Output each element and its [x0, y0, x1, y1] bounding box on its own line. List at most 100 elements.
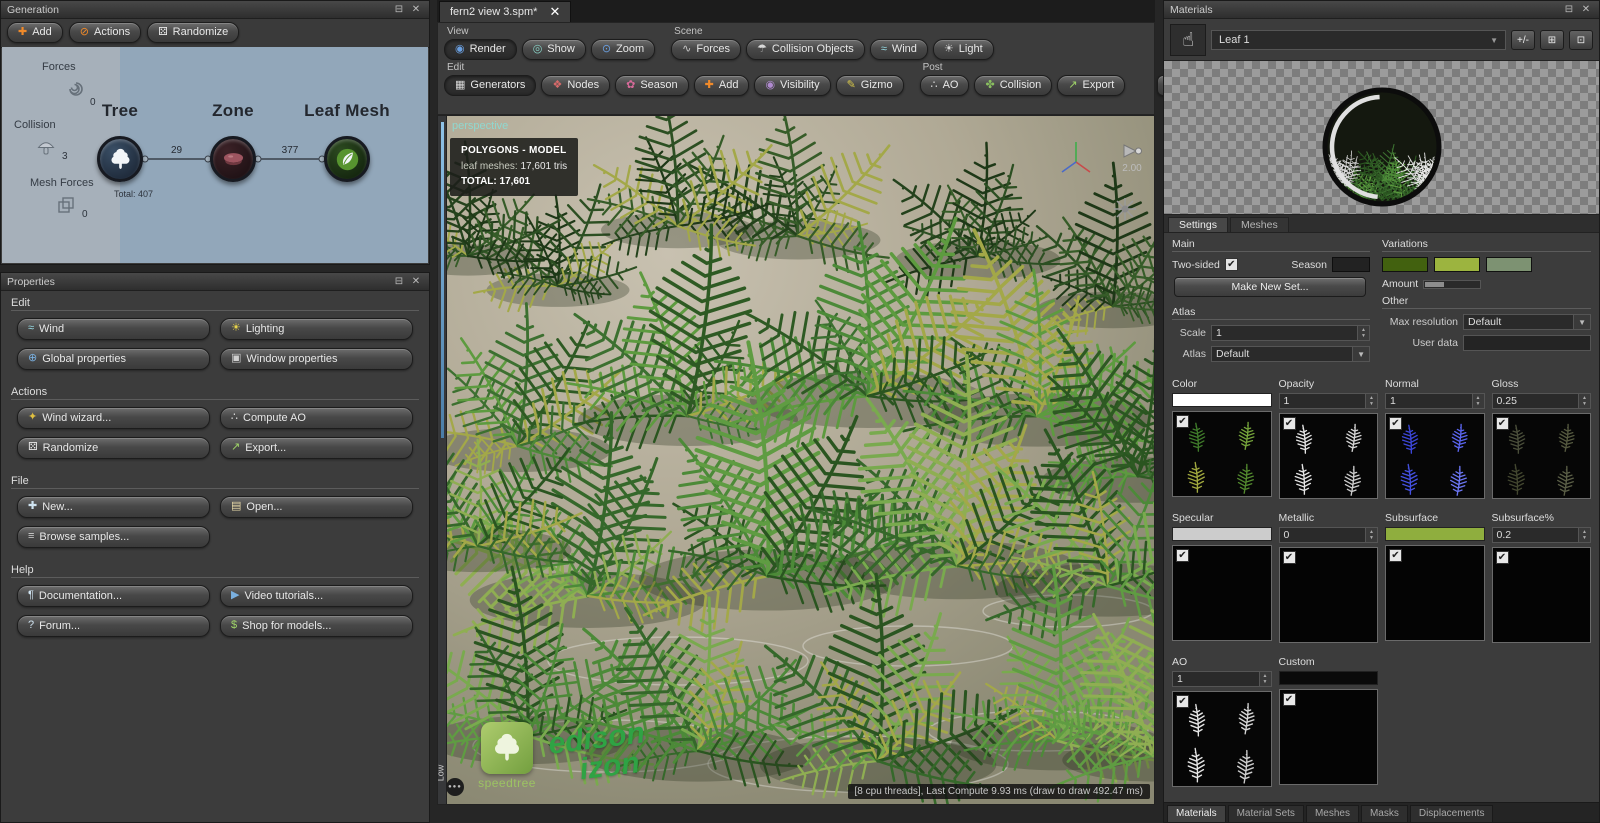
spinner-arrows-icon[interactable]: ▲ ▼: [1258, 672, 1271, 686]
gizmo-button[interactable]: ✎ Gizmo: [835, 75, 904, 96]
viewport-menu-button[interactable]: ●●●: [446, 778, 464, 796]
slot-value-spinner[interactable]: 1 ▲ ▼: [1172, 671, 1272, 687]
close-icon[interactable]: ✕: [1579, 4, 1593, 15]
collision-button[interactable]: ✤ Collision: [974, 75, 1053, 96]
compute-ao-button[interactable]: ∴ Compute AO: [220, 407, 413, 429]
max-resolution-dropdown[interactable]: Default ▼: [1463, 314, 1591, 330]
variation-swatch-2[interactable]: [1434, 257, 1480, 272]
slot-enable-checkbox[interactable]: ✔: [1282, 693, 1296, 706]
slot-texture-box[interactable]: ✔: [1278, 689, 1378, 785]
force-icon[interactable]: [66, 79, 86, 102]
zoom-button[interactable]: ⊙ Zoom: [590, 39, 656, 60]
close-icon[interactable]: ✕: [409, 4, 423, 15]
undock-icon[interactable]: ⊟: [1562, 4, 1576, 15]
shop-for-models-button[interactable]: $ Shop for models...: [220, 615, 413, 637]
amount-slider[interactable]: [1423, 279, 1482, 289]
generator-node-tree[interactable]: [97, 136, 143, 182]
export-button[interactable]: ↗ Export: [1057, 75, 1126, 96]
nodes-button[interactable]: ❖ Nodes: [541, 75, 611, 96]
ao-button[interactable]: ∴ AO: [919, 75, 970, 96]
view-mode-label[interactable]: perspective: [452, 120, 508, 132]
bottom-tab-materials[interactable]: Materials: [1167, 805, 1226, 822]
spinner-arrows-icon[interactable]: ▲ ▼: [1471, 394, 1484, 408]
spinner-arrows-icon[interactable]: ▲ ▼: [1365, 528, 1377, 542]
visibility-button[interactable]: ◉ Visibility: [754, 75, 831, 96]
light-button[interactable]: ☀ Light: [932, 39, 994, 60]
forces-button[interactable]: ∿ Forces: [671, 39, 742, 60]
slot-texture-box[interactable]: ✔: [1385, 413, 1485, 499]
mushroom-icon[interactable]: [36, 137, 56, 160]
generation-graph-canvas[interactable]: 29 377 Total: 407 Tree Zone Leaf Mesh Forces…: [2, 47, 428, 263]
generator-node-zone[interactable]: [210, 136, 256, 182]
season-color-swatch[interactable]: [1332, 257, 1370, 272]
new-button[interactable]: ✚ New...: [17, 496, 210, 518]
slot-texture-box[interactable]: ✔: [1385, 545, 1485, 641]
generators-button[interactable]: ▦ Generators: [444, 75, 537, 96]
slot-enable-checkbox[interactable]: ✔: [1389, 417, 1402, 430]
slot-enable-checkbox[interactable]: ✔: [1176, 549, 1189, 562]
wind-wizard-button[interactable]: ✦ Wind wizard...: [17, 407, 210, 429]
spinner-arrows-icon[interactable]: ▲ ▼: [1357, 326, 1369, 340]
user-data-field[interactable]: [1463, 335, 1591, 351]
bottom-tab-material-sets[interactable]: Material Sets: [1227, 805, 1304, 822]
make-new-set-button[interactable]: Make New Set...: [1174, 277, 1366, 297]
slot-value-spinner[interactable]: 1 ▲ ▼: [1278, 393, 1378, 409]
add-button[interactable]: ✚ Add: [693, 75, 750, 96]
lighting-button[interactable]: ☀ Lighting: [220, 318, 413, 340]
variation-swatch-3[interactable]: [1486, 257, 1532, 272]
slot-texture-box[interactable]: ✔: [1172, 545, 1272, 641]
season-button[interactable]: ✿ Season: [615, 75, 689, 96]
tab-meshes[interactable]: Meshes: [1229, 217, 1289, 232]
slot-enable-checkbox[interactable]: ✔: [1495, 551, 1509, 564]
slot-enable-checkbox[interactable]: ✔: [1282, 551, 1296, 564]
documentation-button[interactable]: ¶ Documentation...: [17, 585, 210, 607]
slot-value-spinner[interactable]: 0.25 ▲ ▼: [1491, 393, 1591, 409]
slot-color-swatch[interactable]: [1172, 393, 1272, 407]
variation-swatch-1[interactable]: [1382, 257, 1428, 272]
slot-enable-checkbox[interactable]: ✔: [1176, 695, 1189, 708]
slot-enable-checkbox[interactable]: ✔: [1176, 415, 1189, 428]
wind-button[interactable]: ≈ Wind: [17, 318, 210, 340]
axis-gizmo-icon[interactable]: [1054, 136, 1098, 182]
bottom-tab-masks[interactable]: Masks: [1360, 805, 1408, 822]
slot-texture-box[interactable]: ✔: [1278, 547, 1378, 643]
two-sided-checkbox[interactable]: ✔: [1224, 258, 1238, 271]
bottom-tab-displacements[interactable]: Displacements: [1409, 805, 1494, 822]
slot-value-spinner[interactable]: 0 ▲ ▼: [1278, 527, 1378, 543]
slot-value-spinner[interactable]: 0.2 ▲ ▼: [1491, 527, 1591, 543]
material-options-button[interactable]: ⊡: [1569, 30, 1593, 50]
spinner-arrows-icon[interactable]: ▲ ▼: [1578, 528, 1590, 542]
spinner-arrows-icon[interactable]: ▲ ▼: [1365, 394, 1377, 408]
slot-texture-box[interactable]: ✔: [1491, 547, 1591, 643]
add-button[interactable]: ✚ Add: [7, 22, 63, 43]
randomize-button[interactable]: ⚄ Randomize: [147, 22, 240, 43]
material-select[interactable]: Leaf 1 ▼: [1211, 30, 1506, 50]
show-button[interactable]: ◎ Show: [521, 39, 586, 60]
scale-spinner[interactable]: 1 ▲ ▼: [1211, 325, 1370, 341]
undock-icon[interactable]: ⊟: [392, 276, 406, 287]
browse-samples-button[interactable]: ≡ Browse samples...: [17, 526, 210, 548]
slot-color-swatch[interactable]: [1278, 671, 1378, 685]
slot-enable-checkbox[interactable]: ✔: [1495, 417, 1509, 430]
slot-value-spinner[interactable]: 1 ▲ ▼: [1385, 393, 1485, 409]
slot-enable-checkbox[interactable]: ✔: [1282, 417, 1296, 430]
camera-gizmo-icon[interactable]: [1112, 196, 1138, 222]
viewport-3d[interactable]: Low perspective POLYGONS - MODEL leaf me…: [437, 115, 1155, 805]
global-properties-button[interactable]: ⊕ Global properties: [17, 348, 210, 370]
material-preview[interactable]: [1164, 60, 1599, 215]
document-tab[interactable]: fern2 view 3.spm* ✕: [439, 1, 572, 22]
slot-texture-box[interactable]: ✔: [1172, 691, 1272, 787]
slot-color-swatch[interactable]: [1172, 527, 1272, 541]
actions-button[interactable]: ⊘ Actions: [68, 22, 142, 43]
hand-tool-icon[interactable]: ☝: [1170, 24, 1206, 56]
generator-node-leaf-mesh[interactable]: [324, 136, 370, 182]
slot-color-swatch[interactable]: [1385, 527, 1485, 541]
randomize-button[interactable]: ⚄ Randomize: [17, 437, 210, 459]
slot-enable-checkbox[interactable]: ✔: [1389, 549, 1402, 562]
open-button[interactable]: ▤ Open...: [220, 496, 413, 518]
bottom-tab-meshes[interactable]: Meshes: [1305, 805, 1359, 822]
window-properties-button[interactable]: ▣ Window properties: [220, 348, 413, 370]
lod-slider[interactable]: Low: [438, 116, 447, 804]
close-icon[interactable]: ✕: [409, 276, 423, 287]
slot-texture-box[interactable]: ✔: [1491, 413, 1591, 499]
